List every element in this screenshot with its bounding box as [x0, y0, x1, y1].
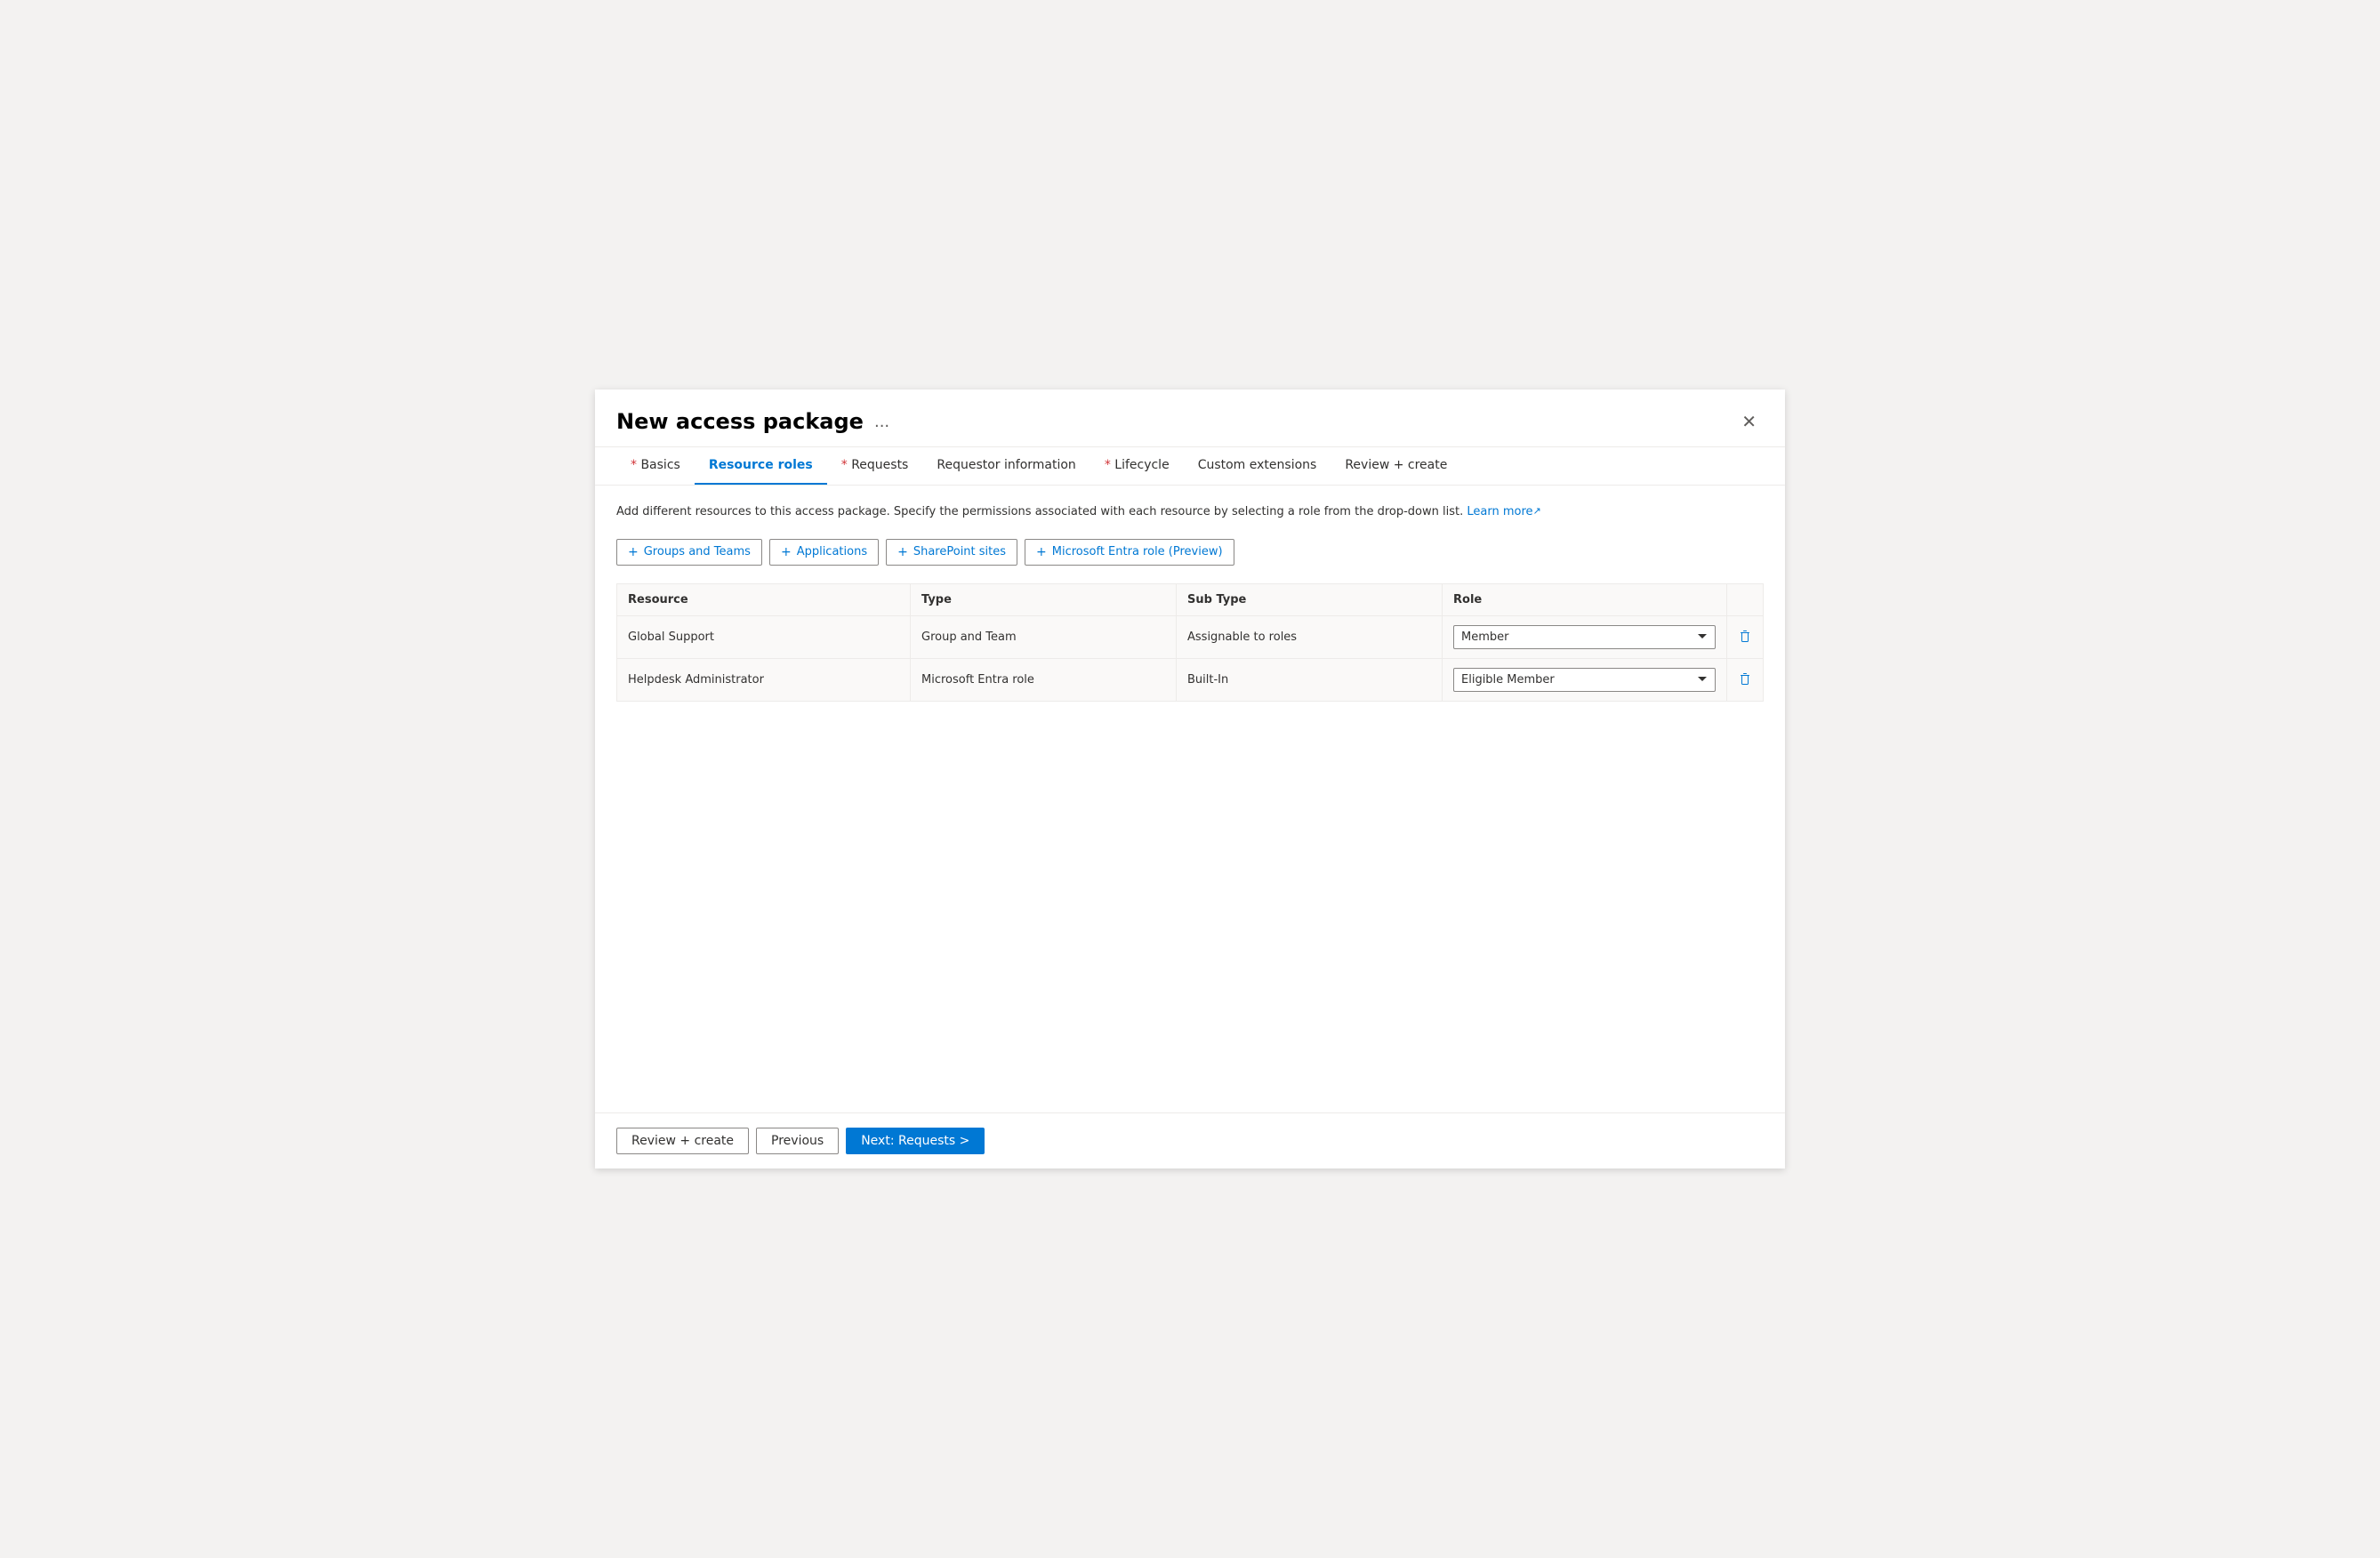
add-groups-teams-button[interactable]: + Groups and Teams: [616, 539, 762, 566]
resource-name-cell: Helpdesk Administrator: [617, 659, 911, 701]
role-select-wrapper: Member Owner: [1453, 625, 1716, 649]
trash-icon: [1738, 672, 1752, 687]
tab-resource-roles[interactable]: Resource roles: [695, 447, 827, 485]
review-create-button[interactable]: Review + create: [616, 1128, 749, 1154]
plus-icon: +: [897, 545, 908, 559]
resource-type-cell: Microsoft Entra role: [911, 659, 1177, 701]
tab-lifecycle[interactable]: Lifecycle: [1090, 447, 1184, 485]
tab-review-create[interactable]: Review + create: [1331, 447, 1461, 485]
plus-icon: +: [1036, 545, 1047, 559]
resource-subtype-cell: Assignable to roles: [1177, 616, 1443, 658]
add-sharepoint-sites-button[interactable]: + SharePoint sites: [886, 539, 1017, 566]
more-options-icon[interactable]: ...: [874, 413, 889, 431]
tab-requestor-information[interactable]: Requestor information: [922, 447, 1089, 485]
role-dropdown[interactable]: Eligible Member Active Member: [1453, 668, 1716, 692]
plus-icon: +: [628, 545, 639, 559]
column-header-resource: Resource: [617, 584, 911, 615]
close-button[interactable]: ✕: [1734, 407, 1764, 436]
column-header-subtype: Sub Type: [1177, 584, 1443, 615]
add-applications-button[interactable]: + Applications: [769, 539, 879, 566]
dialog-title: New access package: [616, 409, 864, 434]
next-button[interactable]: Next: Requests >: [846, 1128, 985, 1154]
dialog-content: Add different resources to this access p…: [595, 486, 1785, 1112]
external-link-icon: ↗: [1533, 504, 1541, 519]
resource-roles-table: Resource Type Sub Type Role Global Suppo…: [616, 583, 1764, 702]
column-header-type: Type: [911, 584, 1177, 615]
resource-subtype-cell: Built-In: [1177, 659, 1443, 701]
learn-more-link[interactable]: Learn more ↗: [1467, 505, 1540, 518]
table-row: Global Support Group and Team Assignable…: [617, 616, 1763, 659]
plus-icon: +: [781, 545, 792, 559]
resource-name-cell: Global Support: [617, 616, 911, 658]
resource-action-buttons: + Groups and Teams + Applications + Shar…: [616, 539, 1764, 566]
delete-row-button[interactable]: [1734, 626, 1756, 647]
dialog-header: New access package ... ✕: [595, 390, 1785, 447]
table-header: Resource Type Sub Type Role: [617, 584, 1763, 616]
info-description: Add different resources to this access p…: [616, 503, 1764, 521]
dialog-title-row: New access package ...: [616, 409, 889, 434]
column-header-actions: [1727, 584, 1763, 615]
add-entra-role-button[interactable]: + Microsoft Entra role (Preview): [1025, 539, 1234, 566]
delete-row-button[interactable]: [1734, 669, 1756, 690]
tab-requests[interactable]: Requests: [827, 447, 923, 485]
trash-icon: [1738, 630, 1752, 644]
resource-type-cell: Group and Team: [911, 616, 1177, 658]
resource-role-cell: Member Owner: [1443, 616, 1727, 658]
role-dropdown[interactable]: Member Owner: [1453, 625, 1716, 649]
tab-basics[interactable]: Basics: [616, 447, 695, 485]
tab-bar: Basics Resource roles Requests Requestor…: [595, 447, 1785, 486]
delete-cell: [1727, 659, 1763, 701]
table-row: Helpdesk Administrator Microsoft Entra r…: [617, 659, 1763, 702]
delete-cell: [1727, 616, 1763, 658]
column-header-role: Role: [1443, 584, 1727, 615]
resource-role-cell: Eligible Member Active Member: [1443, 659, 1727, 701]
close-icon: ✕: [1741, 411, 1757, 432]
tab-custom-extensions[interactable]: Custom extensions: [1184, 447, 1331, 485]
role-select-wrapper: Eligible Member Active Member: [1453, 668, 1716, 692]
dialog-footer: Review + create Previous Next: Requests …: [595, 1112, 1785, 1168]
previous-button[interactable]: Previous: [756, 1128, 839, 1154]
new-access-package-dialog: New access package ... ✕ Basics Resource…: [595, 390, 1785, 1168]
